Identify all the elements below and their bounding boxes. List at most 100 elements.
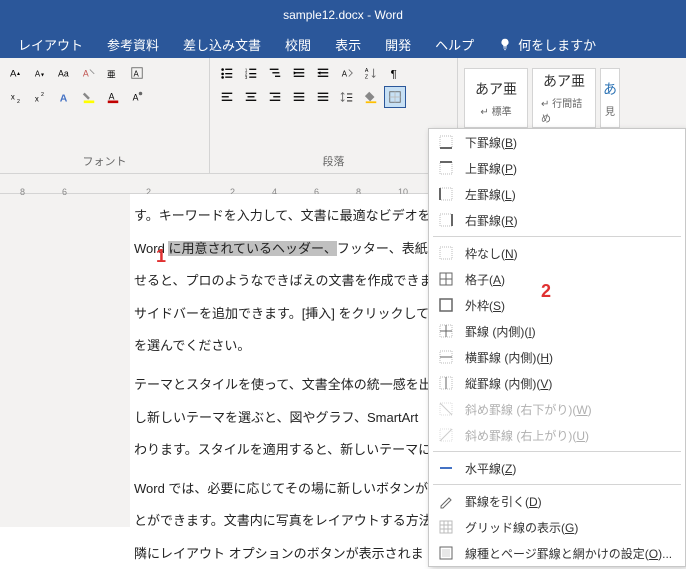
border-menu-item[interactable]: 線種とページ罫線と網かけの設定(O)...: [429, 540, 685, 566]
menu-item-label: 格子(A): [465, 271, 505, 288]
paragraph-group-label: 段落: [216, 151, 451, 171]
menu-item-label: 線種とページ罫線と網かけの設定(O)...: [465, 545, 672, 562]
style-sample: あ: [603, 79, 617, 99]
menu-item-label: 枠なし(N): [465, 245, 518, 262]
line-spacing-button[interactable]: [336, 86, 358, 108]
align-left-button[interactable]: [216, 86, 238, 108]
svg-text:A: A: [342, 70, 348, 79]
svg-text:A: A: [365, 68, 369, 74]
border-menu-item[interactable]: 左罫線(L): [429, 181, 685, 207]
font-color-button[interactable]: A: [102, 86, 124, 108]
menu-item[interactable]: レイアウト: [8, 31, 93, 58]
menu-item[interactable]: 校閲: [275, 31, 321, 58]
menu-item[interactable]: ヘルプ: [425, 31, 484, 58]
menu-item-label: 上罫線(P): [465, 160, 517, 177]
clear-format-button[interactable]: A: [78, 62, 100, 84]
h-inside-icon: [437, 348, 455, 366]
style-name: 見: [605, 103, 615, 118]
superscript-button[interactable]: x2: [30, 86, 52, 108]
menu-item-label: 罫線 (内側)(I): [465, 323, 536, 340]
lightbulb-icon: [498, 37, 512, 51]
menu-bar: レイアウト参考資料差し込み文書校閲表示開発ヘルプ何をしますか: [0, 30, 686, 58]
border-menu-item: 斜め罫線 (右上がり)(U): [429, 422, 685, 448]
shading-button[interactable]: [360, 86, 382, 108]
border-menu-item[interactable]: 格子(A): [429, 266, 685, 292]
style-name: ↵ 行間詰め: [541, 95, 587, 125]
svg-text:3: 3: [245, 75, 248, 80]
selection: に用意されているヘッダー、: [168, 241, 336, 256]
borders-dropdown: 下罫線(B) 上罫線(P) 左罫線(L)右罫線(R) 枠なし(N) 格子(A) 外枠(S)…: [428, 128, 686, 567]
char-border-button[interactable]: A: [126, 62, 148, 84]
change-case-button[interactable]: Aa: [54, 62, 76, 84]
increase-indent-button[interactable]: [312, 62, 334, 84]
text-direction-button[interactable]: A: [336, 62, 358, 84]
tell-me[interactable]: 何をしますか: [488, 31, 606, 58]
style-heading-partial[interactable]: あ 見: [600, 68, 620, 128]
border-menu-item[interactable]: 枠なし(N): [429, 240, 685, 266]
char-shading-button[interactable]: A: [126, 86, 148, 108]
border-menu-item[interactable]: 上罫線(P): [429, 155, 685, 181]
font-group-label: フォント: [6, 151, 203, 171]
align-right-button[interactable]: [264, 86, 286, 108]
phonetic-guide-button[interactable]: 亜: [102, 62, 124, 84]
show-marks-button[interactable]: ¶: [384, 62, 406, 84]
paragraph-group: 123 A AZ ¶ 段落: [210, 58, 458, 173]
menu-item[interactable]: 参考資料: [97, 31, 169, 58]
annotation-1: 1: [156, 237, 166, 277]
justify-button[interactable]: [288, 86, 310, 108]
bullets-button[interactable]: [216, 62, 238, 84]
border-menu-item[interactable]: 横罫線 (内側)(H): [429, 344, 685, 370]
svg-text:A: A: [60, 92, 68, 104]
decrease-indent-button[interactable]: [288, 62, 310, 84]
border-menu-item[interactable]: 罫線 (内側)(I): [429, 318, 685, 344]
highlight-button[interactable]: [78, 86, 100, 108]
window-title: sample12.docx - Word: [283, 8, 403, 22]
align-center-button[interactable]: [240, 86, 262, 108]
menu-item[interactable]: 差し込み文書: [173, 31, 271, 58]
menu-item[interactable]: 開発: [375, 31, 421, 58]
numbering-button[interactable]: 123: [240, 62, 262, 84]
menu-item-label: 下罫線(B): [465, 134, 517, 151]
menu-item-label: 縦罫線 (内側)(V): [465, 375, 552, 392]
font-increase-button[interactable]: A▴: [6, 62, 28, 84]
svg-text:A: A: [109, 92, 115, 102]
font-decrease-button[interactable]: A▾: [30, 62, 52, 84]
style-no-spacing[interactable]: あア亜 ↵ 行間詰め: [532, 68, 596, 128]
ruler-tick: 8: [20, 187, 25, 197]
border-menu-item[interactable]: 下罫線(B): [429, 129, 685, 155]
inside-icon: [437, 322, 455, 340]
svg-text:A: A: [10, 69, 17, 80]
annotation-2: 2: [541, 281, 551, 302]
text-effect-button[interactable]: A: [54, 86, 76, 108]
subscript-button[interactable]: x2: [6, 86, 28, 108]
border-menu-item[interactable]: 右罫線(R): [429, 207, 685, 233]
svg-text:▴: ▴: [17, 70, 20, 77]
menu-separator: [433, 484, 681, 485]
border-menu-item[interactable]: グリッド線の表示(G): [429, 514, 685, 540]
left-icon: [437, 185, 455, 203]
svg-text:A: A: [133, 93, 139, 103]
svg-text:A: A: [134, 70, 140, 79]
border-menu-item[interactable]: 罫線を引く(D): [429, 488, 685, 514]
multilevel-button[interactable]: [264, 62, 286, 84]
border-menu-item[interactable]: 縦罫線 (内側)(V): [429, 370, 685, 396]
ruler-tick: 6: [62, 187, 67, 197]
menu-item-label: 斜め罫線 (右下がり)(W): [465, 401, 592, 418]
sort-button[interactable]: AZ: [360, 62, 382, 84]
none-icon: [437, 244, 455, 262]
svg-text:亜: 亜: [107, 69, 116, 79]
menu-separator: [433, 451, 681, 452]
border-menu-item[interactable]: 水平線(Z): [429, 455, 685, 481]
draw-icon: [437, 492, 455, 510]
outside-icon: [437, 296, 455, 314]
style-normal[interactable]: あア亜 ↵ 標準: [464, 68, 528, 128]
menu-item[interactable]: 表示: [325, 31, 371, 58]
borders-button[interactable]: [384, 86, 406, 108]
border-menu-item[interactable]: 外枠(S): [429, 292, 685, 318]
style-sample: あア亜: [475, 79, 517, 99]
right-icon: [437, 211, 455, 229]
distribute-button[interactable]: [312, 86, 334, 108]
menu-item-label: 水平線(Z): [465, 460, 516, 477]
menu-item-label: 横罫線 (内側)(H): [465, 349, 553, 366]
title-bar: sample12.docx - Word: [0, 0, 686, 30]
